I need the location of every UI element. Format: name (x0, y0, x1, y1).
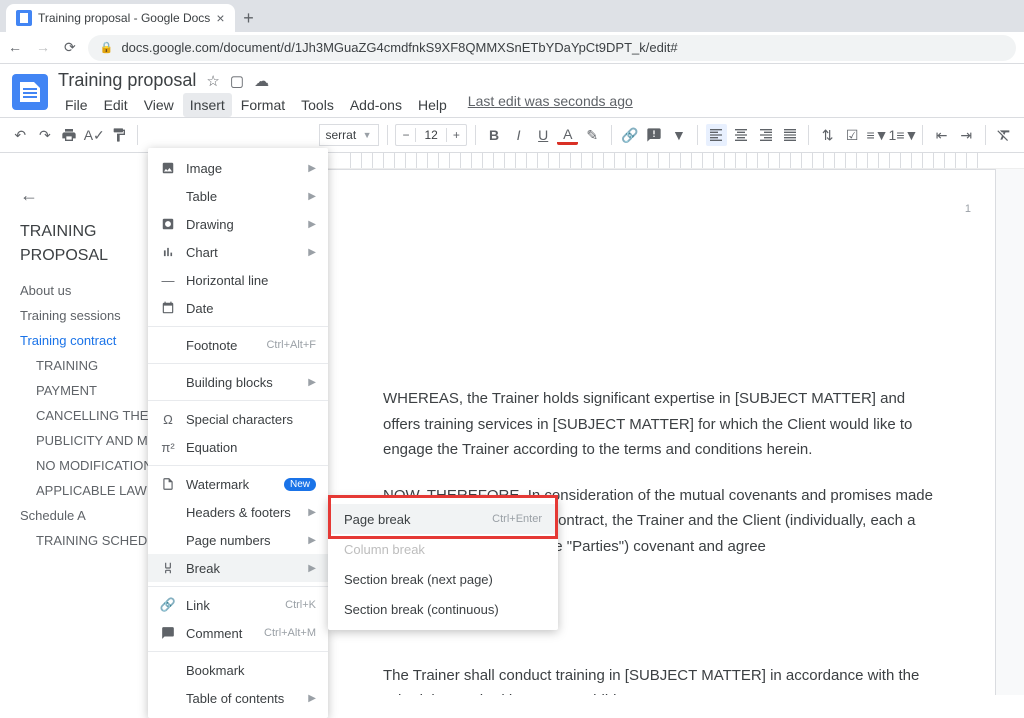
font-selector[interactable]: serrat▼ (319, 124, 379, 146)
highlight-color-icon[interactable]: ✎ (582, 124, 603, 146)
increase-indent-icon[interactable]: ⇥ (956, 124, 977, 146)
paint-format-icon[interactable] (109, 124, 130, 146)
paragraph: WHEREAS, the Trainer holds significant e… (383, 386, 935, 463)
font-size-control[interactable]: − 12 + (395, 124, 466, 146)
pi-icon: π² (160, 439, 176, 455)
align-justify-icon[interactable] (780, 124, 801, 146)
ruler[interactable] (294, 153, 1024, 169)
menu-format[interactable]: Format (234, 93, 292, 117)
docs-favicon (16, 10, 32, 26)
line-spacing-icon[interactable]: ⇅ (817, 124, 838, 146)
menu-item-date[interactable]: Date (148, 294, 328, 322)
docs-logo-icon[interactable] (12, 74, 48, 110)
insert-menu-dropdown: Image▶ Table▶ Drawing▶ Chart▶ —Horizonta… (148, 148, 328, 718)
numbered-list-icon[interactable]: 1≡▼ (892, 124, 914, 146)
browser-tab-strip: Training proposal - Google Docs × + (0, 0, 1024, 32)
menu-item-chart[interactable]: Chart▶ (148, 238, 328, 266)
underline-icon[interactable]: U (533, 124, 554, 146)
undo-icon[interactable]: ↶ (10, 124, 31, 146)
menu-item-hr[interactable]: —Horizontal line (148, 266, 328, 294)
hr-icon: — (160, 272, 176, 288)
menu-item-toc[interactable]: Table of contents▶ (148, 684, 328, 712)
menu-item-special-chars[interactable]: ΩSpecial characters (148, 405, 328, 433)
menu-item-image[interactable]: Image▶ (148, 154, 328, 182)
menu-file[interactable]: File (58, 93, 95, 117)
menu-item-comment[interactable]: CommentCtrl+Alt+M (148, 619, 328, 647)
browser-toolbar: ← → ⟳ 🔒 docs.google.com/document/d/1Jh3M… (0, 32, 1024, 64)
new-badge: New (284, 478, 316, 491)
url-text: docs.google.com/document/d/1Jh3MGuaZG4cm… (121, 40, 677, 55)
align-right-icon[interactable] (755, 124, 776, 146)
comment-icon (160, 625, 176, 641)
star-icon[interactable]: ☆ (206, 72, 219, 90)
insert-link-icon[interactable]: 🔗 (620, 124, 641, 146)
browser-tab[interactable]: Training proposal - Google Docs × (6, 4, 235, 32)
checklist-icon[interactable]: ☑ (842, 124, 863, 146)
submenu-page-break[interactable]: Page breakCtrl+Enter (328, 504, 558, 534)
font-size-value[interactable]: 12 (415, 128, 446, 142)
clear-formatting-icon[interactable] (993, 124, 1014, 146)
lock-icon: 🔒 (100, 41, 114, 54)
align-left-icon[interactable] (706, 124, 727, 146)
reload-icon[interactable]: ⟳ (64, 39, 76, 56)
decrease-indent-icon[interactable]: ⇤ (931, 124, 952, 146)
omega-icon: Ω (160, 411, 176, 427)
submenu-column-break: Column break (328, 534, 558, 564)
redo-icon[interactable]: ↷ (35, 124, 56, 146)
menu-item-break[interactable]: Break▶ (148, 554, 328, 582)
tab-title: Training proposal - Google Docs (38, 11, 210, 25)
menu-item-watermark[interactable]: WatermarkNew (148, 470, 328, 498)
break-submenu: Page breakCtrl+Enter Column break Sectio… (328, 498, 558, 630)
menu-bar: File Edit View Insert Format Tools Add-o… (58, 93, 633, 117)
cloud-icon[interactable]: ☁ (254, 72, 269, 90)
menu-item-page-numbers[interactable]: Page numbers▶ (148, 526, 328, 554)
menu-item-drawing[interactable]: Drawing▶ (148, 210, 328, 238)
last-edit-link[interactable]: Last edit was seconds ago (468, 93, 633, 117)
menu-addons[interactable]: Add-ons (343, 93, 409, 117)
menu-item-headers-footers[interactable]: Headers & footers▶ (148, 498, 328, 526)
menu-help[interactable]: Help (411, 93, 454, 117)
align-center-icon[interactable] (731, 124, 752, 146)
menu-insert[interactable]: Insert (183, 93, 232, 117)
add-comment-icon[interactable] (644, 124, 665, 146)
menu-item-footnote[interactable]: FootnoteCtrl+Alt+F (148, 331, 328, 359)
bold-icon[interactable]: B (484, 124, 505, 146)
break-icon (160, 560, 176, 576)
docs-header: Training proposal ☆ ▢ ☁ File Edit View I… (0, 64, 1024, 117)
menu-item-table[interactable]: Table▶ (148, 182, 328, 210)
menu-edit[interactable]: Edit (97, 93, 135, 117)
italic-icon[interactable]: I (508, 124, 529, 146)
submenu-section-continuous[interactable]: Section break (continuous) (328, 594, 558, 624)
increase-font-icon[interactable]: + (447, 128, 466, 142)
move-icon[interactable]: ▢ (230, 72, 244, 90)
back-icon[interactable]: ← (8, 39, 22, 56)
menu-item-link[interactable]: 🔗LinkCtrl+K (148, 591, 328, 619)
drawing-icon (160, 216, 176, 232)
menu-item-equation[interactable]: π²Equation (148, 433, 328, 461)
insert-image-icon[interactable]: ▼ (669, 124, 690, 146)
close-tab-icon[interactable]: × (216, 10, 224, 26)
menu-item-bookmark[interactable]: Bookmark (148, 656, 328, 684)
chart-icon (160, 244, 176, 260)
watermark-icon (160, 476, 176, 492)
forward-icon[interactable]: → (36, 39, 50, 56)
paragraph: The Trainer shall conduct training in [S… (383, 663, 935, 696)
new-tab-button[interactable]: + (235, 4, 263, 32)
link-icon: 🔗 (160, 597, 176, 613)
address-bar[interactable]: 🔒 docs.google.com/document/d/1Jh3MGuaZG4… (88, 35, 1016, 61)
menu-item-building-blocks[interactable]: Building blocks▶ (148, 368, 328, 396)
decrease-font-icon[interactable]: − (396, 128, 415, 142)
doc-title[interactable]: Training proposal (58, 70, 196, 91)
spellcheck-icon[interactable]: A✓ (84, 124, 105, 146)
print-icon[interactable] (59, 124, 80, 146)
date-icon (160, 300, 176, 316)
text-color-icon[interactable]: A (557, 126, 578, 145)
image-icon (160, 160, 176, 176)
bulleted-list-icon[interactable]: ≡▼ (866, 124, 888, 146)
submenu-section-next[interactable]: Section break (next page) (328, 564, 558, 594)
menu-tools[interactable]: Tools (294, 93, 341, 117)
page-number: 1 (965, 200, 971, 219)
menu-view[interactable]: View (137, 93, 181, 117)
